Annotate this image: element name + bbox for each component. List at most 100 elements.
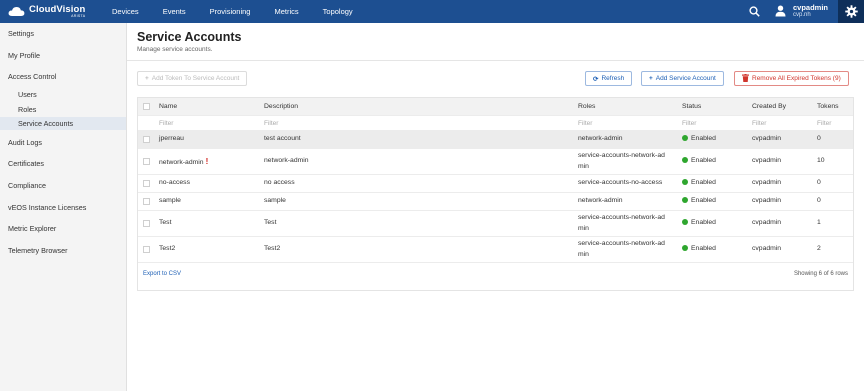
- plus-icon: +: [649, 75, 653, 82]
- cell-created-by: cvpadmin: [752, 197, 782, 204]
- cell-roles-line1: service-accounts-network-ad: [578, 214, 665, 221]
- nav-topology[interactable]: Topology: [311, 0, 365, 23]
- header-roles[interactable]: Roles: [578, 102, 595, 113]
- row-checkbox[interactable]: [143, 246, 150, 253]
- filter-status[interactable]: Filter: [682, 119, 696, 129]
- cell-name: Test: [159, 219, 172, 226]
- cell-roles: service-accounts-network-ad min: [578, 151, 665, 172]
- search-icon[interactable]: [743, 0, 766, 23]
- cell-description: network-admin: [264, 157, 309, 164]
- cell-tokens: 10: [817, 157, 825, 164]
- table-row[interactable]: Test2 Test2 service-accounts-network-ad m…: [138, 237, 853, 263]
- row-checkbox[interactable]: [143, 136, 150, 143]
- filter-description[interactable]: Filter: [264, 119, 278, 129]
- warning-icon: !: [205, 157, 209, 166]
- cloudvision-logo[interactable]: CloudVision ARISTA: [0, 4, 90, 19]
- cell-name-text: network-admin: [159, 159, 204, 166]
- nav-metrics[interactable]: Metrics: [262, 0, 310, 23]
- cell-name: jperreau: [159, 135, 184, 142]
- sidebar-item-access-control[interactable]: Access Control: [0, 72, 126, 81]
- sidebar-item-roles[interactable]: Roles: [0, 105, 126, 114]
- cell-name: no-access: [159, 179, 190, 186]
- row-checkbox[interactable]: [143, 220, 150, 227]
- nav-events[interactable]: Events: [151, 0, 198, 23]
- sidebar-item-service-accounts[interactable]: Service Accounts: [0, 117, 126, 130]
- sidebar-item-telemetry-browser[interactable]: Telemetry Browser: [0, 246, 126, 255]
- cell-created-by: cvpadmin: [752, 219, 782, 226]
- row-checkbox[interactable]: [143, 198, 150, 205]
- table-row[interactable]: network-admin! network-admin service-acc…: [138, 149, 853, 175]
- row-checkbox[interactable]: [143, 180, 150, 187]
- cell-roles: service-accounts-no-access: [578, 179, 663, 186]
- cell-tokens: 2: [817, 245, 821, 252]
- sidebar-item-metric-explorer[interactable]: Metric Explorer: [0, 224, 126, 233]
- status-enabled-icon: [682, 219, 688, 225]
- status-text: Enabled: [691, 219, 716, 226]
- cell-created-by: cvpadmin: [752, 135, 782, 142]
- sidebar-item-audit-logs[interactable]: Audit Logs: [0, 138, 126, 147]
- table-row[interactable]: Test Test service-accounts-network-ad min…: [138, 211, 853, 237]
- add-service-account-button[interactable]: + Add Service Account: [641, 71, 724, 86]
- filter-tokens[interactable]: Filter: [817, 119, 831, 129]
- sidebar-item-certificates[interactable]: Certificates: [0, 159, 126, 168]
- cell-roles-line1: service-accounts-network-ad: [578, 240, 665, 247]
- sidebar-item-users[interactable]: Users: [0, 90, 126, 99]
- filter-name[interactable]: Filter: [159, 119, 173, 129]
- header-name[interactable]: Name: [159, 102, 177, 113]
- table-row[interactable]: sample sample network-admin Enabled cvpa…: [138, 193, 853, 211]
- cell-status: Enabled: [682, 156, 716, 167]
- filter-roles[interactable]: Filter: [578, 119, 592, 129]
- header-tokens[interactable]: Tokens: [817, 102, 839, 113]
- status-enabled-icon: [682, 179, 688, 185]
- refresh-icon: ⟳: [593, 75, 599, 83]
- refresh-button[interactable]: ⟳ Refresh: [585, 71, 633, 86]
- user-host: cvp.nh: [792, 12, 811, 19]
- status-text: Enabled: [691, 179, 716, 186]
- status-enabled-icon: [682, 157, 688, 163]
- header-description[interactable]: Description: [264, 102, 298, 113]
- add-token-label: Add Token To Service Account: [151, 75, 240, 82]
- table-footer: Export to CSV Showing 6 of 6 rows: [138, 268, 853, 282]
- export-csv-link[interactable]: Export to CSV: [143, 271, 181, 277]
- status-enabled-icon: [682, 245, 688, 251]
- trash-icon: [742, 73, 749, 84]
- cloud-icon: [8, 6, 25, 17]
- nav-provisioning[interactable]: Provisioning: [198, 0, 263, 23]
- user-menu[interactable]: cvpadmin cvp.nh: [774, 2, 828, 20]
- cell-status: Enabled: [682, 218, 716, 229]
- cell-name: network-admin!: [159, 156, 208, 169]
- cell-roles-line2: min: [578, 162, 589, 170]
- remove-expired-label: Remove All Expired Tokens (9): [752, 75, 841, 82]
- table-row[interactable]: no-access no access service-accounts-no-…: [138, 175, 853, 193]
- cell-description: no access: [264, 179, 295, 186]
- status-enabled-icon: [682, 135, 688, 141]
- sidebar-item-my-profile[interactable]: My Profile: [0, 51, 126, 60]
- sidebar-item-compliance[interactable]: Compliance: [0, 181, 126, 190]
- page-title: Service Accounts: [137, 30, 242, 44]
- nav-devices[interactable]: Devices: [100, 0, 151, 23]
- cell-created-by: cvpadmin: [752, 179, 782, 186]
- sidebar-item-settings[interactable]: Settings: [0, 29, 126, 38]
- cell-roles: network-admin: [578, 135, 623, 142]
- header-created-by[interactable]: Created By: [752, 102, 786, 113]
- page-subtitle: Manage service accounts.: [137, 46, 213, 53]
- sidebar-item-veos-licenses[interactable]: vEOS Instance Licenses: [0, 203, 126, 212]
- cell-tokens: 1: [817, 219, 821, 226]
- sidebar: Settings My Profile Access Control Users…: [0, 23, 127, 391]
- remove-expired-tokens-button[interactable]: Remove All Expired Tokens (9): [734, 71, 849, 86]
- table-row[interactable]: jperreau test account network-admin Enab…: [138, 131, 853, 149]
- cell-status: Enabled: [682, 244, 716, 255]
- plus-icon: +: [145, 75, 149, 82]
- gear-icon[interactable]: [838, 0, 864, 23]
- cell-name: Test2: [159, 245, 176, 252]
- main-content: Service Accounts Manage service accounts…: [127, 23, 864, 391]
- status-enabled-icon: [682, 197, 688, 203]
- add-token-button[interactable]: + Add Token To Service Account: [137, 71, 248, 86]
- header-status[interactable]: Status: [682, 102, 701, 113]
- filter-created-by[interactable]: Filter: [752, 119, 766, 129]
- cell-roles-line2: min: [578, 224, 589, 232]
- row-checkbox[interactable]: [143, 158, 150, 165]
- user-name: cvpadmin: [792, 2, 828, 12]
- cell-created-by: cvpadmin: [752, 157, 782, 164]
- select-all-checkbox[interactable]: [143, 103, 150, 110]
